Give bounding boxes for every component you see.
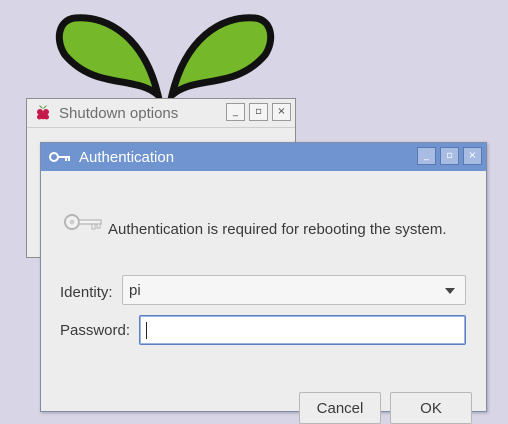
auth-title: Authentication	[79, 148, 175, 166]
password-field[interactable]	[139, 315, 466, 345]
identity-value: pi	[129, 282, 141, 299]
identity-label: Identity:	[60, 284, 113, 301]
cancel-button[interactable]: Cancel	[299, 392, 381, 424]
ok-button[interactable]: OK	[390, 392, 472, 424]
maximize-button[interactable]: ▫	[249, 103, 268, 121]
auth-body: Authentication is required for rebooting…	[41, 171, 486, 424]
text-caret	[146, 322, 147, 339]
auth-message: Authentication is required for rebooting…	[108, 221, 447, 238]
password-label: Password:	[60, 322, 131, 339]
key-icon	[49, 152, 70, 162]
auth-titlebar[interactable]: Authentication _ ▫ ×	[41, 143, 486, 171]
close-button[interactable]: ×	[463, 147, 482, 165]
shutdown-titlebar[interactable]: Shutdown options _ ▫ ×	[27, 99, 295, 128]
raspberry-leaves-logo	[55, 14, 275, 100]
minimize-button[interactable]: _	[417, 147, 436, 165]
close-button[interactable]: ×	[272, 103, 291, 121]
authentication-dialog: Authentication _ ▫ × Authentication is r…	[40, 142, 487, 424]
maximize-button[interactable]: ▫	[440, 147, 459, 165]
shutdown-title: Shutdown options	[59, 104, 179, 122]
chevron-down-icon	[445, 288, 455, 294]
identity-dropdown[interactable]: pi	[122, 275, 466, 305]
minimize-button[interactable]: _	[226, 103, 245, 121]
authentication-key-icon	[64, 214, 102, 230]
raspberry-icon	[37, 105, 49, 120]
